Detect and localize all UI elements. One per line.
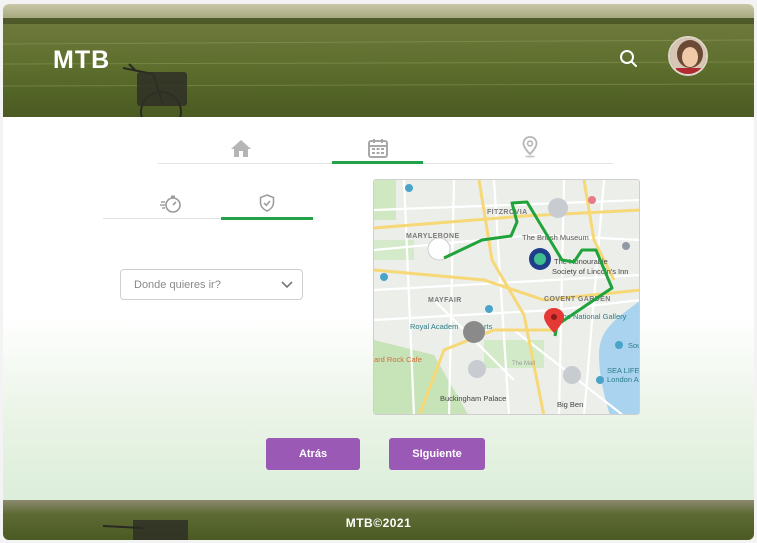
tab-calendar[interactable]: [332, 132, 423, 164]
map-label-royal-academy: Royal Academ: [410, 322, 458, 331]
main-tab-bar: [158, 132, 613, 164]
map-label-sou: Sou: [628, 341, 640, 350]
tab-location[interactable]: [484, 132, 575, 164]
sub-tab-bar: [103, 189, 313, 220]
map-label-lincolns-inn-2: Society of Lincoln's Inn: [552, 267, 628, 276]
tab-home[interactable]: [195, 132, 286, 164]
field-background-image: [3, 4, 754, 117]
shield-check-icon: [259, 194, 275, 212]
route-map[interactable]: MARYLEBONE FITZROVIA MAYFAIR COVENT GARD…: [373, 179, 640, 415]
destination-select[interactable]: Donde quieres ir?: [120, 269, 303, 300]
map-label-marylebone: MARYLEBONE: [406, 233, 460, 240]
map-canvas: MARYLEBONE FITZROVIA MAYFAIR COVENT GARD…: [374, 180, 640, 414]
destination-placeholder: Donde quieres ir?: [134, 279, 221, 291]
map-label-sea-life-2: London A: [607, 375, 639, 384]
copyright-text: MTB©2021: [345, 516, 412, 530]
map-label-sea-life-1: SEA LIFE: [607, 366, 640, 375]
tab-security[interactable]: [221, 189, 313, 220]
map-label-british-museum: The British Museum: [522, 233, 589, 242]
main-content: Donde quieres ir? MARYLEBONE FITZROVIA M…: [3, 117, 754, 500]
app-logo[interactable]: MTB: [53, 46, 110, 75]
calendar-icon: [367, 139, 388, 158]
map-label-hard-rock: ard Rock Cafe: [374, 355, 422, 364]
footer-banner: MTB©2021: [3, 500, 754, 540]
map-label-mayfair: MAYFAIR: [428, 297, 462, 304]
header-banner: MTB: [3, 4, 754, 117]
tab-timer[interactable]: [123, 189, 218, 219]
search-icon[interactable]: [617, 47, 641, 71]
chevron-down-icon: [281, 281, 293, 289]
map-label-fitzrovia: FITZROVIA: [487, 209, 528, 216]
next-button[interactable]: SIguiente: [389, 438, 485, 470]
map-label-buckingham: Buckingham Palace: [440, 394, 506, 403]
home-icon: [230, 140, 251, 157]
map-label-the-mall: The Mall: [512, 361, 535, 367]
app-frame: MTB Donde quieres ir? MARYLEBONE FITZROV…: [3, 4, 754, 540]
user-avatar[interactable]: [668, 36, 708, 76]
map-label-big-ben: Big Ben: [557, 400, 583, 409]
location-pin-icon: [522, 136, 537, 158]
map-label-royal-academy-tail: rts: [484, 322, 493, 331]
back-button[interactable]: Atrás: [266, 438, 360, 470]
stopwatch-icon: [159, 195, 181, 213]
